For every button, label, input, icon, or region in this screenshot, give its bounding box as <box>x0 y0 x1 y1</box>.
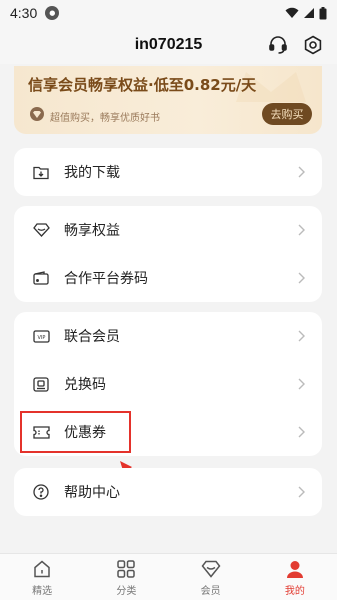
tab-label: 会员 <box>200 585 221 597</box>
menu-item-help[interactable]: 帮助中心 <box>14 468 322 516</box>
menu-item-download[interactable]: 我的下载 <box>14 148 322 196</box>
settings-icon[interactable] <box>300 32 326 58</box>
vip-title: 信享会员畅享权益·低至0.82元/天 <box>28 76 257 94</box>
vip-subtitle: 超值购买，畅享优质好书 <box>50 113 160 124</box>
status-time: 4:30 <box>10 5 38 21</box>
tab-label: 我的 <box>284 585 305 597</box>
diamond-icon <box>32 221 50 239</box>
vip-badge-icon <box>30 107 44 121</box>
buy-button[interactable]: 去购买 <box>262 103 312 125</box>
card-help: 帮助中心 <box>14 468 322 516</box>
status-bar: 4:30 ● <box>0 0 337 26</box>
bottom-tab-bar: 精选 分类 会员 我的 <box>0 553 337 600</box>
home-icon <box>31 558 53 580</box>
tab-label: 分类 <box>116 585 137 597</box>
menu-item-label: 联合会员 <box>64 329 120 345</box>
menu-item-label: 合作平台券码 <box>64 271 148 287</box>
card-downloads: 我的下载 <box>14 148 322 196</box>
menu-item-partner-code[interactable]: 合作平台券码 <box>14 254 322 302</box>
tab-featured[interactable]: 精选 <box>0 554 84 600</box>
tab-categories[interactable]: 分类 <box>84 554 168 600</box>
vip-card-icon: VIP <box>32 327 50 345</box>
download-folder-icon <box>32 163 50 181</box>
menu-item-redeem-code[interactable]: 兑换码 <box>14 360 322 408</box>
menu-item-joint-member[interactable]: VIP 联合会员 <box>14 312 322 360</box>
chevron-right-icon <box>298 485 308 499</box>
menu-item-label: 畅享权益 <box>64 223 120 239</box>
chevron-right-icon <box>298 377 308 391</box>
page-title: in070215 <box>134 36 203 53</box>
menu-item-label: 我的下载 <box>64 165 120 181</box>
grid-icon <box>115 558 137 580</box>
chevron-right-icon <box>298 425 308 439</box>
menu-item-label: 帮助中心 <box>64 485 120 501</box>
chevron-right-icon <box>298 329 308 343</box>
app-notification-icon: ● <box>45 6 60 20</box>
redeem-icon <box>32 375 50 393</box>
tab-mine[interactable]: 我的 <box>253 554 337 600</box>
diamond-icon <box>200 558 222 580</box>
menu-item-label: 兑换码 <box>64 377 106 393</box>
vip-banner[interactable]: 信享会员畅享权益·低至0.82元/天 超值购买，畅享优质好书 去购买 <box>14 66 322 134</box>
person-icon <box>284 558 306 580</box>
signal-icon <box>304 8 314 18</box>
wallet-icon <box>32 269 50 287</box>
battery-icon <box>319 6 327 19</box>
wifi-icon <box>285 7 299 18</box>
page-header: in070215 <box>0 26 337 64</box>
chevron-right-icon <box>298 165 308 179</box>
svg-text:VIP: VIP <box>37 335 45 341</box>
status-icons <box>285 6 327 20</box>
headset-icon[interactable] <box>265 32 291 58</box>
tab-membership[interactable]: 会员 <box>169 554 253 600</box>
card-benefits: 畅享权益 合作平台券码 <box>14 206 322 302</box>
chevron-right-icon <box>298 223 308 237</box>
chevron-right-icon <box>298 271 308 285</box>
help-icon <box>32 483 50 501</box>
tab-label: 精选 <box>32 585 53 597</box>
menu-item-benefits[interactable]: 畅享权益 <box>14 206 322 254</box>
coupon-highlight-box <box>20 411 131 453</box>
